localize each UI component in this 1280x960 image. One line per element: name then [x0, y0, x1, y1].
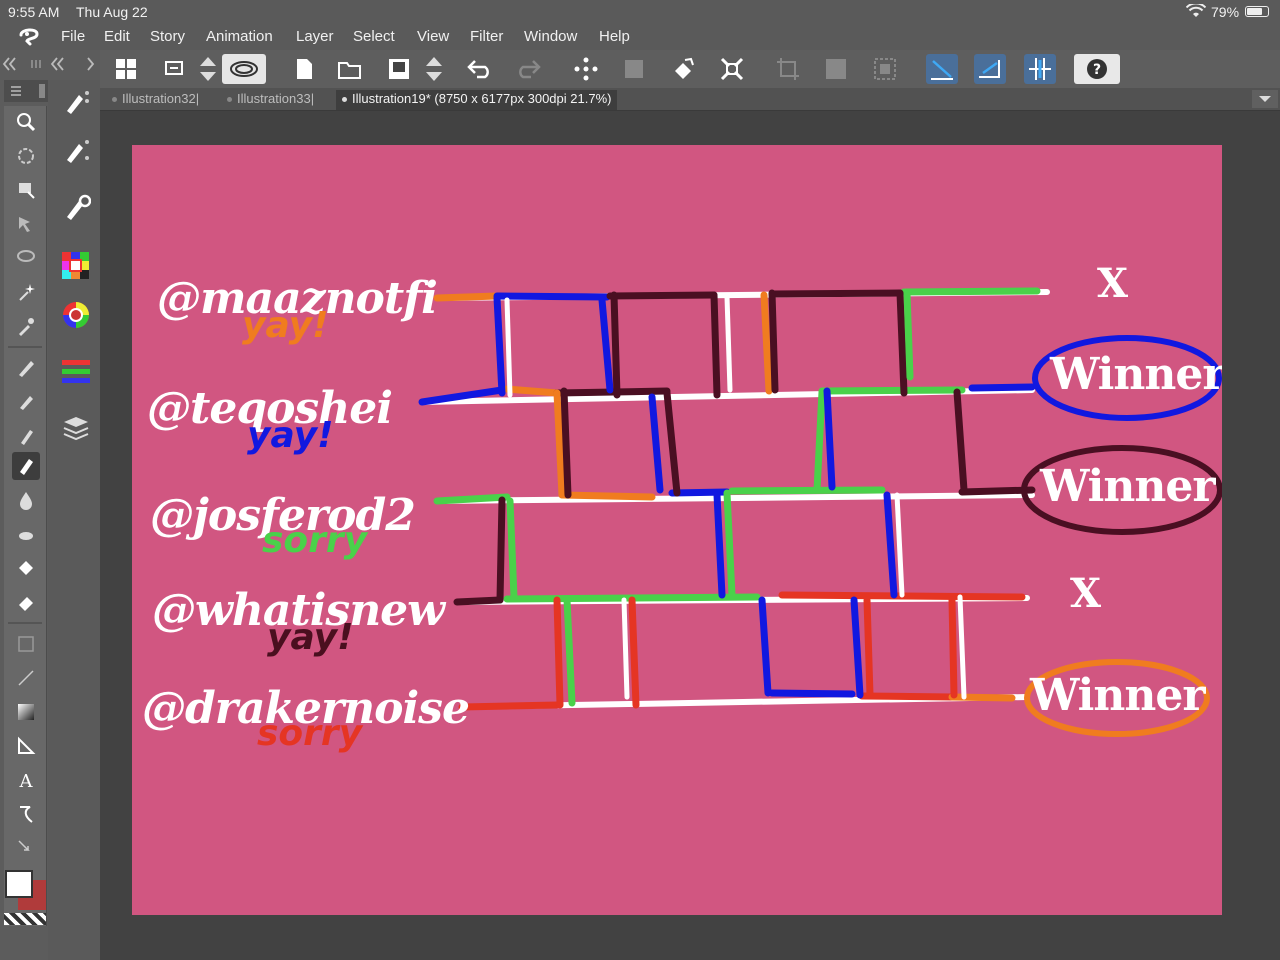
balloon-icon[interactable] — [12, 800, 40, 828]
color-wheel-icon[interactable] — [60, 299, 92, 331]
status-time: 9:55 AM — [8, 4, 60, 20]
ink-pen-icon[interactable] — [12, 452, 40, 480]
reply-2: yay! — [247, 415, 334, 456]
selection-icon[interactable] — [869, 54, 901, 84]
reply-3: sorry — [262, 520, 368, 561]
transform-icon[interactable] — [570, 54, 602, 84]
svg-text:?: ? — [1093, 62, 1101, 78]
magic-wand-icon[interactable] — [12, 278, 40, 306]
sub-tool-props-icon[interactable] — [60, 135, 92, 167]
zoom-icon[interactable] — [12, 108, 40, 136]
sub-palette — [48, 80, 100, 960]
text-icon[interactable]: A — [12, 766, 40, 794]
svg-text:A: A — [19, 771, 34, 790]
gradient-icon[interactable] — [12, 698, 40, 726]
menu-window[interactable]: Window — [524, 28, 577, 45]
tab-illustration19[interactable]: Illustration19* (8750 x 6177px 300dpi 21… — [336, 90, 618, 110]
result-4: X — [1070, 570, 1102, 617]
pencil-icon[interactable] — [12, 388, 40, 416]
app-logo-icon[interactable] — [18, 27, 40, 47]
square-icon[interactable] — [820, 54, 852, 84]
tabs-dropdown[interactable] — [1252, 90, 1278, 108]
sub-tool-settings-icon[interactable] — [60, 192, 92, 224]
move-icon[interactable] — [12, 210, 40, 238]
status-date: Thu Aug 22 — [76, 4, 148, 20]
menu-story[interactable]: Story — [150, 28, 185, 45]
tab-illustration33[interactable]: Illustration33| — [221, 90, 320, 110]
menu-bar: File Edit Story Animation Layer Select V… — [0, 24, 1280, 51]
collapse-icon[interactable] — [2, 56, 42, 72]
paint-bucket-icon[interactable] — [12, 554, 40, 582]
eraser-icon[interactable] — [12, 588, 40, 616]
ruler2-icon[interactable] — [974, 54, 1006, 84]
grid-toggle-icon[interactable] — [1024, 54, 1056, 84]
airbrush-icon[interactable] — [12, 520, 40, 548]
tool-palette: A — [4, 106, 47, 926]
menu-layer[interactable]: Layer — [296, 28, 334, 45]
drawing-canvas[interactable]: @maaznotfi yay! @teqoshei yay! @josferod… — [132, 145, 1222, 915]
divider — [8, 622, 42, 624]
result-1: X — [1097, 260, 1129, 307]
color-set-icon[interactable] — [60, 250, 92, 282]
frame-icon[interactable] — [12, 630, 40, 658]
rotate-icon[interactable] — [12, 142, 40, 170]
panel-header[interactable] — [4, 80, 48, 102]
battery-percent: 79% — [1211, 4, 1240, 20]
layers-icon[interactable] — [60, 413, 92, 445]
redo-icon[interactable] — [512, 54, 544, 84]
arrows-icon[interactable] — [418, 54, 450, 84]
battery-icon — [1245, 6, 1269, 17]
list-icon — [11, 86, 21, 96]
menu-view[interactable]: View — [417, 28, 449, 45]
status-bar: 9:55 AM Thu Aug 22 79% — [0, 0, 1280, 24]
sub-tool-pen-icon[interactable] — [60, 86, 92, 118]
new-icon[interactable] — [288, 54, 320, 84]
line-icon[interactable] — [12, 664, 40, 692]
save-icon[interactable] — [383, 54, 415, 84]
blend-icon[interactable] — [12, 486, 40, 514]
help-icon[interactable]: ? — [1074, 54, 1120, 84]
panel-nav-icon[interactable] — [50, 56, 98, 72]
menu-select[interactable]: Select — [353, 28, 395, 45]
pen-icon[interactable] — [12, 354, 40, 382]
menu-file[interactable]: File — [61, 28, 85, 45]
command-bar: ? — [0, 50, 1280, 89]
result-2: Winner — [1050, 349, 1222, 400]
ruler-icon[interactable] — [926, 54, 958, 84]
menu-filter[interactable]: Filter — [470, 28, 503, 45]
result-5: Winner — [1030, 670, 1206, 721]
transparent-swatch[interactable] — [4, 913, 46, 925]
divider — [8, 346, 42, 348]
wifi-icon — [1186, 4, 1206, 17]
result-3: Winner — [1040, 461, 1216, 512]
color-slider-icon[interactable] — [60, 356, 92, 388]
fill-icon[interactable] — [667, 54, 699, 84]
reply-5: sorry — [257, 713, 363, 754]
reply-1: yay! — [242, 305, 329, 346]
scroll-icon — [39, 84, 45, 98]
reply-4: yay! — [267, 617, 354, 658]
arrows-icon[interactable] — [192, 54, 224, 84]
brush-icon[interactable] — [12, 422, 40, 450]
fit-icon[interactable] — [716, 54, 748, 84]
crop-icon[interactable] — [772, 54, 804, 84]
lasso-icon[interactable] — [12, 244, 40, 272]
copy-icon[interactable] — [158, 54, 190, 84]
foreground-color-swatch[interactable] — [5, 870, 33, 898]
grid-icon[interactable] — [110, 54, 142, 84]
menu-help[interactable]: Help — [599, 28, 630, 45]
document-tabs: Illustration32| Illustration33| Illustra… — [100, 88, 1280, 111]
menu-animation[interactable]: Animation — [206, 28, 273, 45]
undo-icon[interactable] — [464, 54, 496, 84]
hand-icon[interactable] — [12, 176, 40, 204]
tab-illustration32[interactable]: Illustration32| — [106, 90, 205, 110]
layer-icon[interactable] — [618, 54, 650, 84]
ruler-tool-icon[interactable] — [12, 732, 40, 760]
chevron-down-icon — [1259, 96, 1271, 102]
spiral-icon[interactable] — [222, 54, 266, 84]
open-icon[interactable] — [334, 54, 366, 84]
menu-edit[interactable]: Edit — [104, 28, 130, 45]
correct-line-icon[interactable] — [12, 834, 40, 862]
eyedropper-icon[interactable] — [12, 312, 40, 340]
